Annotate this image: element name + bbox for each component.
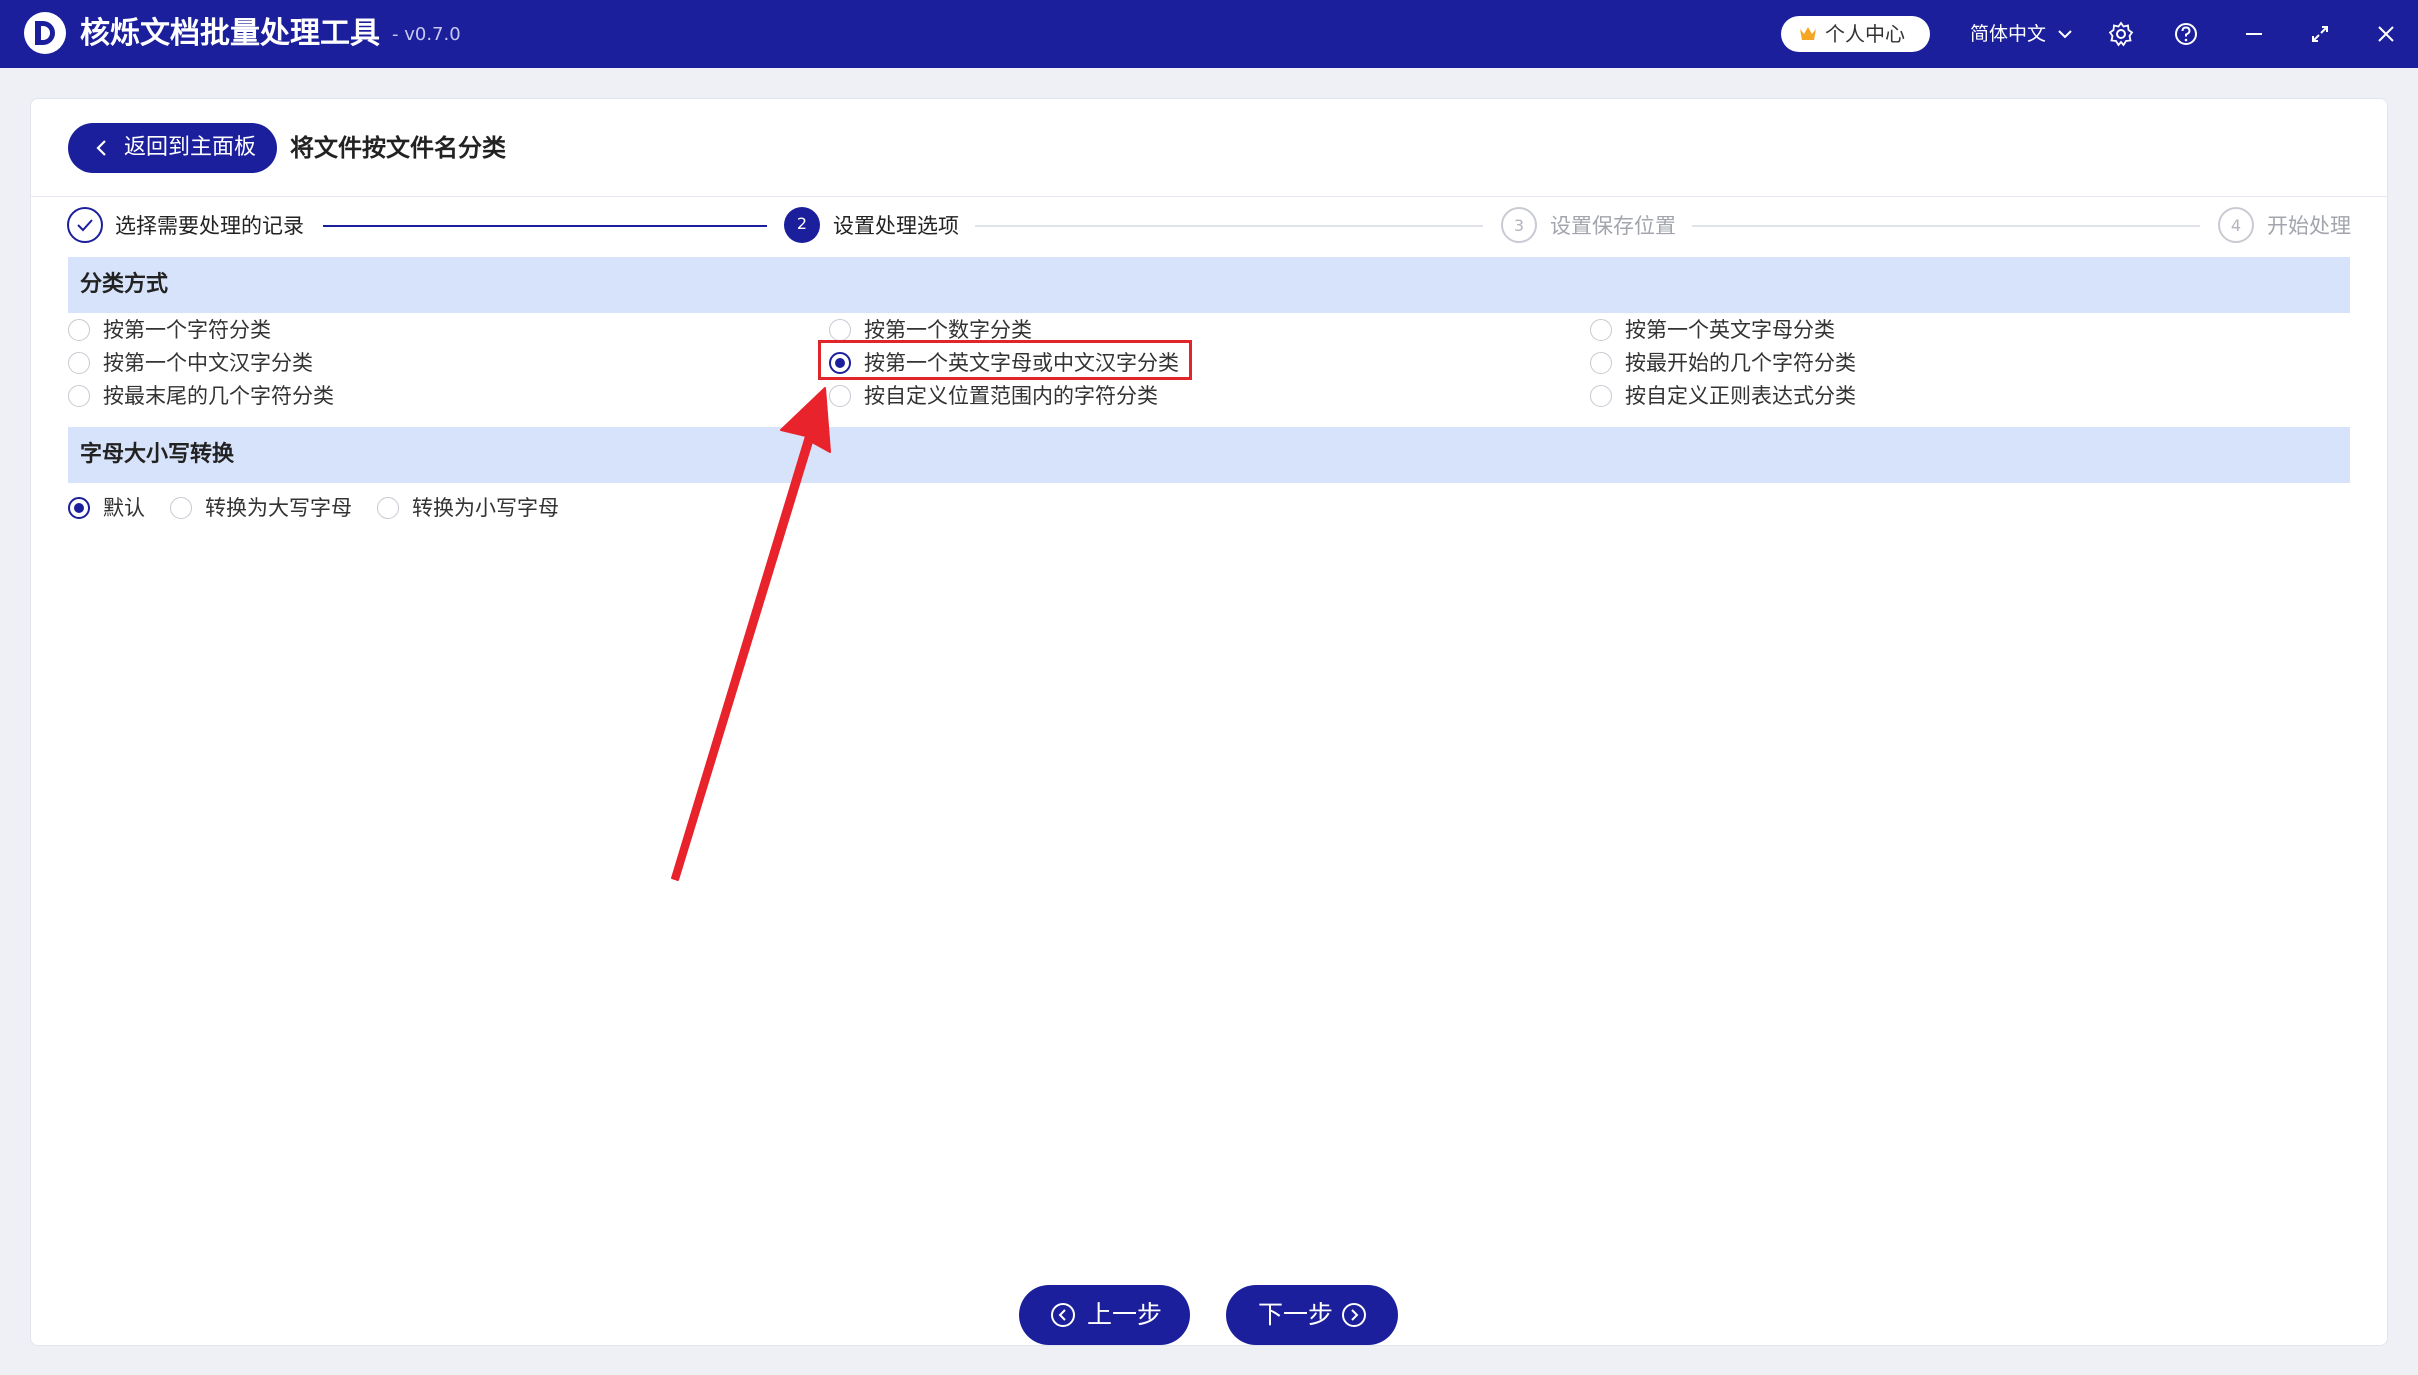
app-version: - v0.7.0 bbox=[392, 24, 461, 45]
chevron-down-icon[interactable] bbox=[2055, 24, 2075, 44]
title-bar: 核烁文档批量处理工具 - v0.7.0 个人中心 简体中文 bbox=[0, 0, 2418, 68]
radio-button[interactable] bbox=[170, 497, 192, 519]
radio-button[interactable] bbox=[1590, 319, 1612, 341]
radio-button[interactable] bbox=[1590, 352, 1612, 374]
close-icon[interactable] bbox=[2372, 20, 2400, 48]
step-3-label: 设置保存位置 bbox=[1550, 214, 1676, 238]
radio-button[interactable] bbox=[68, 352, 90, 374]
radio-button[interactable] bbox=[1590, 385, 1612, 407]
app-logo-icon bbox=[24, 12, 66, 54]
previous-step-label: 上一步 bbox=[1087, 1300, 1163, 1329]
radio-button[interactable] bbox=[68, 319, 90, 341]
previous-step-button[interactable]: 上一步 bbox=[1019, 1285, 1190, 1345]
gear-icon[interactable] bbox=[2107, 20, 2135, 48]
radio-button[interactable] bbox=[377, 497, 399, 519]
step-1-label: 选择需要处理的记录 bbox=[115, 214, 304, 238]
step-2-label: 设置处理选项 bbox=[833, 214, 959, 238]
page-title: 将文件按文件名分类 bbox=[290, 134, 506, 162]
header-divider bbox=[31, 196, 2387, 197]
back-to-dashboard-button[interactable]: 返回到主面板 bbox=[68, 123, 277, 173]
help-icon[interactable] bbox=[2172, 20, 2200, 48]
maximize-icon[interactable] bbox=[2306, 20, 2334, 48]
radio-button-selected[interactable] bbox=[68, 497, 90, 519]
step-2-indicator: 2 bbox=[784, 207, 820, 243]
app-title: 核烁文档批量处理工具 bbox=[80, 16, 380, 51]
user-center-label: 个人中心 bbox=[1825, 22, 1905, 46]
step-4-label: 开始处理 bbox=[2267, 214, 2351, 238]
step-connector-1 bbox=[323, 225, 767, 227]
highlight-annotation-box bbox=[818, 340, 1192, 380]
crown-icon bbox=[1800, 27, 1816, 40]
minimize-icon[interactable] bbox=[2240, 20, 2268, 48]
step-1-indicator bbox=[67, 207, 103, 243]
classify-section-header: 分类方式 bbox=[68, 257, 2350, 313]
step-connector-3 bbox=[1692, 225, 2200, 227]
next-step-button[interactable]: 下一步 bbox=[1226, 1285, 1398, 1345]
radio-button[interactable] bbox=[68, 385, 90, 407]
check-icon bbox=[77, 219, 93, 232]
step-connector-2 bbox=[975, 225, 1483, 227]
next-step-label: 下一步 bbox=[1258, 1300, 1334, 1329]
radio-button[interactable] bbox=[829, 385, 851, 407]
step-3-indicator: 3 bbox=[1501, 207, 1537, 243]
radio-button[interactable] bbox=[829, 319, 851, 341]
step-4-indicator: 4 bbox=[2218, 207, 2254, 243]
case-section-header: 字母大小写转换 bbox=[68, 427, 2350, 483]
circle-chevron-left-icon bbox=[1051, 1303, 1075, 1327]
chevron-left-icon bbox=[96, 140, 106, 156]
user-center-button[interactable]: 个人中心 bbox=[1781, 16, 1930, 52]
circle-chevron-right-icon bbox=[1342, 1303, 1366, 1327]
language-selector[interactable]: 简体中文 bbox=[1970, 20, 2046, 48]
back-button-label: 返回到主面板 bbox=[124, 135, 257, 160]
